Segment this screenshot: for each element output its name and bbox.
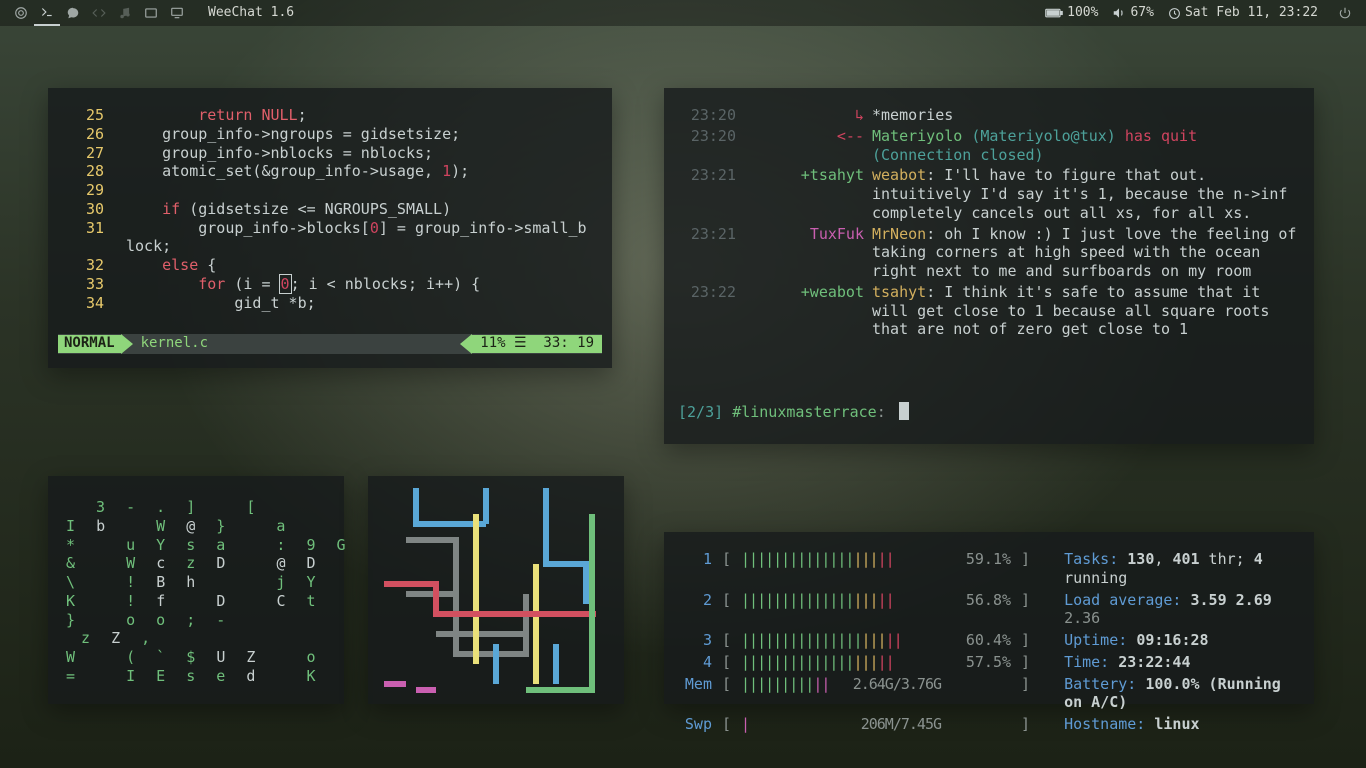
editor-file: kernel.c [141,335,208,353]
power-icon[interactable] [1332,0,1358,26]
panel-title: WeeChat 1.6 [208,5,294,21]
weechat-input[interactable]: [2/3] #linuxmasterrace: [678,402,1300,422]
chat-message: 23:21+tsahytweabot: I'll have to figure … [678,166,1300,222]
editor-window[interactable]: 25 return NULL;26 group_info->ngroups = … [48,88,612,368]
pipes-graphic [376,484,616,696]
monitor-icon[interactable] [164,0,190,26]
pipes-window[interactable] [368,476,624,704]
code-icon[interactable] [86,0,112,26]
chat-message: 23:20<--Materiyolo (Materiyolo@tux) has … [678,127,1300,165]
top-panel: WeeChat 1.6 100% 67% Sat Feb 11, 23:22 [0,0,1366,26]
panel-battery-text: 100% [1067,5,1098,21]
chat-icon[interactable] [60,0,86,26]
weechat-messages[interactable]: 23:20↳*memories 23:20<--Materiyolo (Mater… [678,106,1300,339]
terminal-icon[interactable] [34,0,60,26]
chat-message: 23:21TuxFukMrNeon: oh I know :) I just l… [678,225,1300,281]
editor-code[interactable]: 25 return NULL;26 group_info->ngroups = … [58,106,602,312]
weechat-channel: #linuxmasterrace [732,403,877,421]
panel-volume-text: 67% [1130,5,1153,21]
htop-window[interactable]: 1[|||||||||||||||||||59.1%]Tasks: 130, 4… [664,532,1314,704]
weechat-window[interactable]: 23:20↳*memories 23:20<--Materiyolo (Mater… [664,88,1314,444]
htop-cpu-row: 1[|||||||||||||||||||59.1%]Tasks: 130, 4… [680,550,1298,588]
chat-message: 23:20↳*memories [678,106,1300,125]
music-icon[interactable] [112,0,138,26]
htop-cpu-row: 3[||||||||||||||||||||60.4%]Uptime: 09:1… [680,631,1298,650]
chrome-icon[interactable] [8,0,34,26]
weechat-cursor [899,402,909,420]
cmatrix-window[interactable]: 3 - . ] [ I b W @ } a* u Y s a : 9 G& W … [48,476,344,704]
window-icon[interactable] [138,0,164,26]
panel-clock-text: Sat Feb 11, 23:22 [1185,5,1318,21]
editor-position: 11% ☰ 33: 19 [472,335,602,353]
panel-battery: 100% [1045,5,1098,21]
weechat-buffer-index: [2/3] [678,403,723,421]
htop-mem-row: Mem[|||||||||||2.64G/3.76G]Battery: 100.… [680,675,1298,713]
chat-message: 23:22+weabottsahyt: I think it's safe to… [678,283,1300,339]
panel-volume: 67% [1112,5,1153,21]
htop-mem-row: Swp[|206M/7.45G]Hostname: linux [680,715,1298,734]
editor-statusbar: NORMAL kernel.c 11% ☰ 33: 19 [58,334,602,354]
editor-mode: NORMAL [58,335,121,353]
panel-clock: Sat Feb 11, 23:22 [1168,5,1318,21]
htop-cpu-row: 4[|||||||||||||||||||57.5%]Time: 23:22:4… [680,653,1298,672]
htop-cpu-row: 2[|||||||||||||||||||56.8%]Load average:… [680,591,1298,629]
